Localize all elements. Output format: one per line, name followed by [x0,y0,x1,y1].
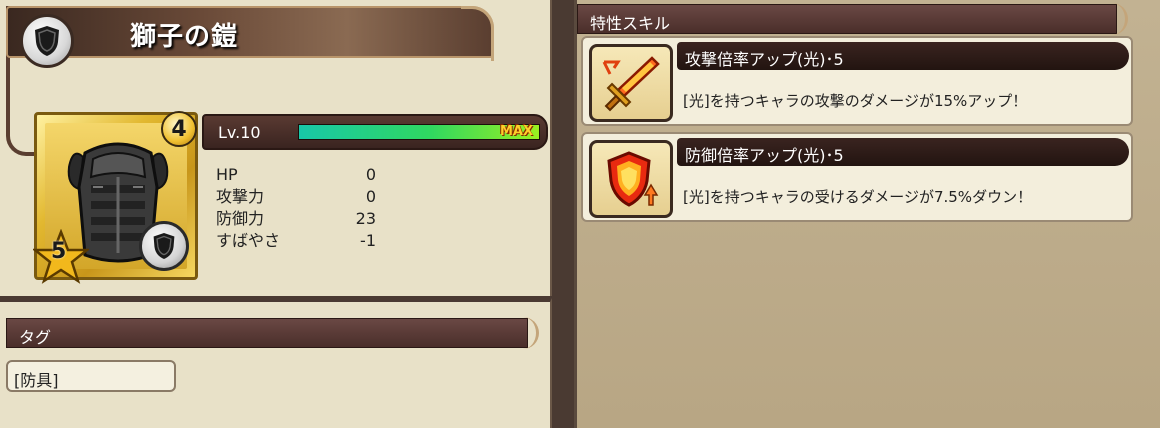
stat-value: 0 [365,187,376,206]
skills-header: 特性スキル [577,3,1128,35]
skill-card-defense[interactable]: 防御倍率アップ(光)･5 [光]を持つキャラの受けるダメージが7.5%ダウン！ [581,132,1133,222]
title-banner [6,6,494,61]
exp-bar: MAX [298,124,540,140]
card-shield-icon [139,221,189,271]
skill-card-attack[interactable]: 攻撃倍率アップ(光)･5 [光]を持つキャラの攻撃のダメージが15%アップ！ [581,36,1133,126]
stat-row-speed: すばやさ -1 [216,230,376,252]
tag-panel: タグ [防具] [0,298,552,428]
max-label: MAX [499,124,533,139]
item-detail-column: 獅子の鎧 4 5 Lv.10 MAX HP 0 攻撃力 0 防御力 23 すばや… [0,0,556,428]
stat-value: 23 [355,209,376,228]
stat-row-defense: 防御力 23 [216,208,376,230]
rarity-badge: 4 [161,111,197,147]
stat-label: すばやさ [216,231,281,250]
stat-row-hp: HP 0 [216,164,376,186]
stat-row-attack: 攻撃力 0 [216,186,376,208]
stat-label: HP [216,165,238,184]
skill-description: [光]を持つキャラの受けるダメージが7.5%ダウン！ [683,188,1033,206]
stats-list: HP 0 攻撃力 0 防御力 23 すばやさ -1 [216,164,376,252]
level-label: Lv.10 [218,123,261,142]
stat-label: 防御力 [216,209,265,228]
item-name: 獅子の鎧 [130,22,239,52]
skills-column: 特性スキル 攻撃倍率アップ(光)･5 [光]を持つキャラの攻撃のダメージが15%… [574,0,1160,428]
item-card: 4 5 [33,111,198,284]
star-count: 5 [51,239,67,264]
skill-name: 防御倍率アップ(光)･5 [677,138,1129,166]
category-shield-icon [20,14,74,68]
stat-value: -1 [360,231,376,250]
tag-chip[interactable]: [防具] [6,360,176,392]
stat-label: 攻撃力 [216,187,265,206]
skill-description: [光]を持つキャラの攻撃のダメージが15%アップ！ [683,92,1028,110]
skill-name: 攻撃倍率アップ(光)･5 [677,42,1129,70]
tag-header: タグ [6,317,539,349]
stat-value: 0 [365,165,376,184]
item-info-panel: 獅子の鎧 4 5 Lv.10 MAX HP 0 攻撃力 0 防御力 23 すばや… [0,0,552,296]
shield-up-icon [589,140,673,218]
level-bar: Lv.10 MAX [202,114,548,150]
sword-icon [589,44,673,122]
